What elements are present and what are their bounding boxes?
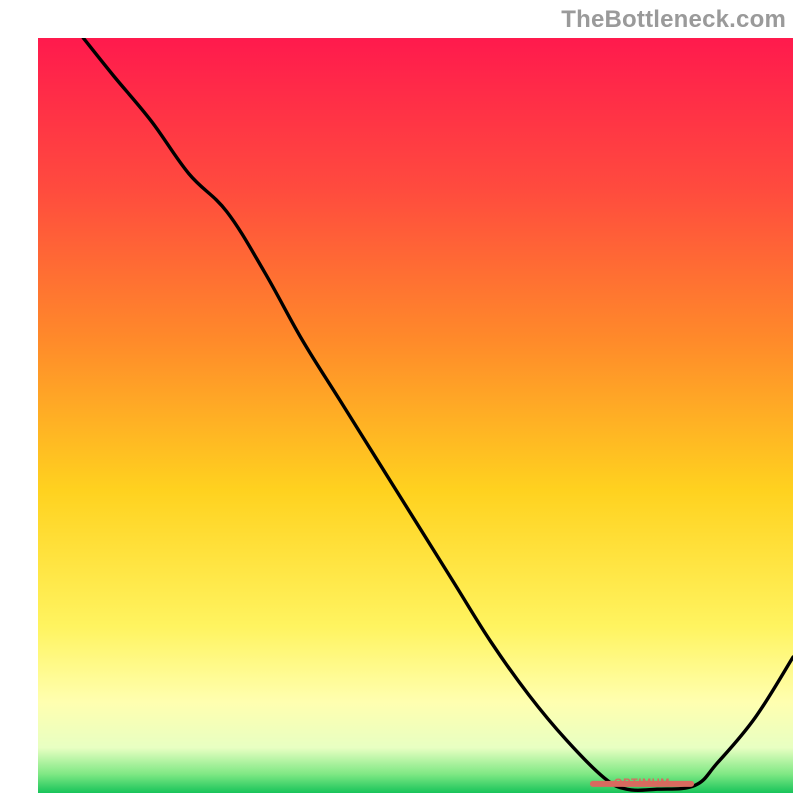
chart-stage: TheBottleneck.com OPTIMUM — [0, 0, 800, 800]
gradient-background — [38, 38, 793, 793]
chart-svg — [0, 0, 800, 800]
optimum-label: OPTIMUM — [614, 777, 670, 789]
watermark-text: TheBottleneck.com — [561, 6, 786, 34]
